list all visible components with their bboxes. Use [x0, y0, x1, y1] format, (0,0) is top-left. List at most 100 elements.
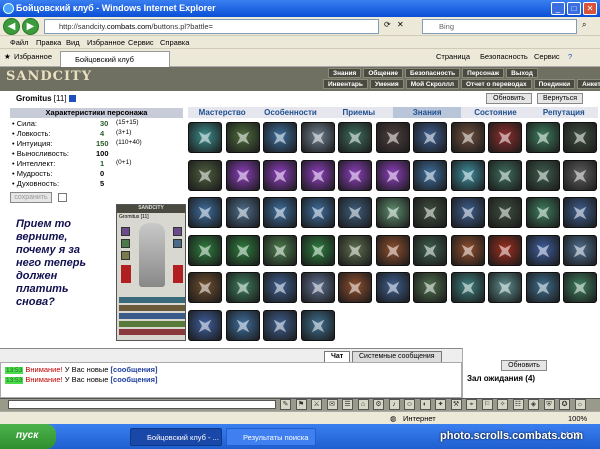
chat-refresh-button[interactable]: Обновить — [501, 360, 547, 371]
technique-card[interactable] — [563, 234, 597, 266]
technique-card[interactable] — [338, 234, 372, 266]
menu-file[interactable]: Файл — [10, 38, 28, 47]
tab-state[interactable]: Состояние — [461, 107, 529, 118]
favorites-button[interactable]: Избранное — [14, 52, 52, 61]
search-icon[interactable]: ⌕ — [582, 20, 586, 30]
waiting-room-label[interactable]: Зал ожидания (4) — [467, 374, 535, 383]
technique-card[interactable] — [525, 234, 560, 266]
menu-help[interactable]: Справка — [160, 38, 189, 47]
stop-icon[interactable]: ✕ — [397, 20, 404, 29]
nav-exit[interactable]: Выход — [506, 68, 538, 78]
close-icon[interactable]: ✕ — [583, 2, 597, 15]
technique-card[interactable] — [563, 197, 597, 228]
toolbar-button-icon[interactable]: ⚙ — [373, 399, 384, 410]
technique-card[interactable] — [450, 122, 485, 153]
technique-card[interactable] — [563, 272, 597, 303]
toolbar-button-icon[interactable]: ☼ — [574, 399, 586, 410]
nav-scroll[interactable]: Мой Скроллл — [405, 79, 459, 89]
toolbar-button-icon[interactable]: ✦ — [435, 399, 446, 410]
technique-card[interactable] — [263, 234, 297, 266]
task-combats[interactable]: Бойцовский клуб - ... — [130, 428, 222, 446]
technique-card[interactable] — [338, 122, 372, 153]
nav-communication[interactable]: Общение — [363, 68, 404, 78]
refresh-icon[interactable]: ⟳ — [384, 20, 391, 29]
toolbar-button-icon[interactable]: ⚔ — [311, 399, 322, 410]
technique-card[interactable] — [413, 234, 447, 266]
technique-card[interactable] — [300, 309, 335, 341]
technique-card[interactable] — [225, 234, 260, 266]
maximize-icon[interactable]: □ — [567, 2, 581, 15]
back-arrow-icon[interactable]: ◀ — [3, 18, 20, 35]
tab-system-messages[interactable]: Системные сообщения — [352, 351, 442, 362]
save-button[interactable]: сохранить — [10, 192, 52, 203]
toolbar-button-icon[interactable]: ⚑ — [295, 399, 307, 410]
technique-card[interactable] — [413, 272, 447, 303]
menu-tools[interactable]: Сервис — [128, 38, 154, 47]
toolbar-button-icon[interactable]: ♪ — [388, 399, 400, 410]
nav-character[interactable]: Персонаж — [462, 68, 505, 78]
tab-features[interactable]: Особенности — [256, 107, 324, 118]
technique-card[interactable] — [563, 159, 597, 191]
toolbar-button-icon[interactable]: ⛨ — [543, 399, 555, 410]
toolbar-button-icon[interactable]: ◈ — [528, 399, 539, 410]
technique-card[interactable] — [188, 272, 222, 303]
search-input[interactable]: Bing — [422, 19, 577, 34]
technique-card[interactable] — [525, 272, 560, 303]
toolbar-button-icon[interactable]: ✉ — [326, 399, 338, 410]
technique-card[interactable] — [413, 197, 447, 228]
forward-arrow-icon[interactable]: ▶ — [22, 18, 39, 35]
technique-card[interactable] — [375, 234, 410, 266]
technique-card[interactable] — [300, 197, 335, 228]
technique-card[interactable] — [525, 197, 560, 228]
technique-card[interactable] — [450, 197, 485, 228]
technique-card[interactable] — [225, 159, 260, 191]
technique-card[interactable] — [413, 122, 447, 153]
toolbar-button-icon[interactable]: ☷ — [512, 399, 524, 410]
browser-tab[interactable]: Бойцовский клуб — [60, 51, 170, 67]
nav-security[interactable]: Безопасность — [405, 68, 461, 78]
technique-card[interactable] — [188, 309, 222, 341]
technique-card[interactable] — [488, 159, 522, 191]
help-icon[interactable]: ? — [568, 52, 572, 61]
toolbar-button-icon[interactable]: ⌖ — [466, 399, 477, 410]
menu-view[interactable]: Вид — [66, 38, 80, 47]
technique-card[interactable] — [225, 309, 260, 341]
security-menu[interactable]: Безопасность — [480, 52, 528, 61]
technique-card[interactable] — [263, 159, 297, 191]
nav-knowledge[interactable]: Знания — [328, 68, 362, 78]
info-icon[interactable] — [68, 95, 76, 103]
technique-card[interactable] — [263, 197, 297, 228]
tab-knowledge[interactable]: Знания — [392, 107, 462, 118]
toolbar-button-icon[interactable]: ☰ — [342, 399, 353, 410]
technique-card[interactable] — [225, 272, 260, 303]
technique-card[interactable] — [188, 197, 222, 228]
toolbar-button-icon[interactable]: ✪ — [559, 399, 570, 410]
technique-card[interactable] — [338, 197, 372, 228]
save-checkbox[interactable] — [58, 193, 67, 202]
technique-card[interactable] — [338, 159, 372, 191]
technique-card[interactable] — [263, 309, 297, 341]
tab-reputation[interactable]: Репутация — [530, 107, 598, 118]
technique-card[interactable] — [188, 234, 222, 266]
technique-card[interactable] — [525, 122, 560, 153]
technique-card[interactable] — [450, 234, 485, 266]
technique-card[interactable] — [375, 159, 410, 191]
technique-card[interactable] — [488, 272, 522, 303]
nav-battles[interactable]: Поединки — [533, 79, 576, 89]
technique-card[interactable] — [188, 159, 222, 191]
url-field[interactable]: http://sandcity.combats.com/buttons.pl?b… — [44, 19, 379, 34]
task-search-results[interactable]: Результаты поиска — [226, 428, 316, 446]
menu-favorites[interactable]: Избранное — [87, 38, 125, 47]
character-name[interactable]: Gromitus [11] — [16, 94, 76, 103]
technique-card[interactable] — [300, 272, 335, 303]
tools-menu[interactable]: Сервис — [534, 52, 560, 61]
back-button[interactable]: Вернуться — [537, 93, 583, 104]
messages-link[interactable]: [сообщения] — [111, 375, 158, 384]
technique-card[interactable] — [413, 159, 447, 191]
nav-skills[interactable]: Умения — [369, 79, 404, 89]
toolbar-button-icon[interactable]: ⚒ — [450, 399, 462, 410]
nav-inventory[interactable]: Инвентарь — [323, 79, 368, 89]
messages-link[interactable]: [сообщения] — [111, 365, 158, 374]
page-menu[interactable]: Страница — [436, 52, 470, 61]
start-button[interactable]: пуск — [0, 424, 56, 449]
